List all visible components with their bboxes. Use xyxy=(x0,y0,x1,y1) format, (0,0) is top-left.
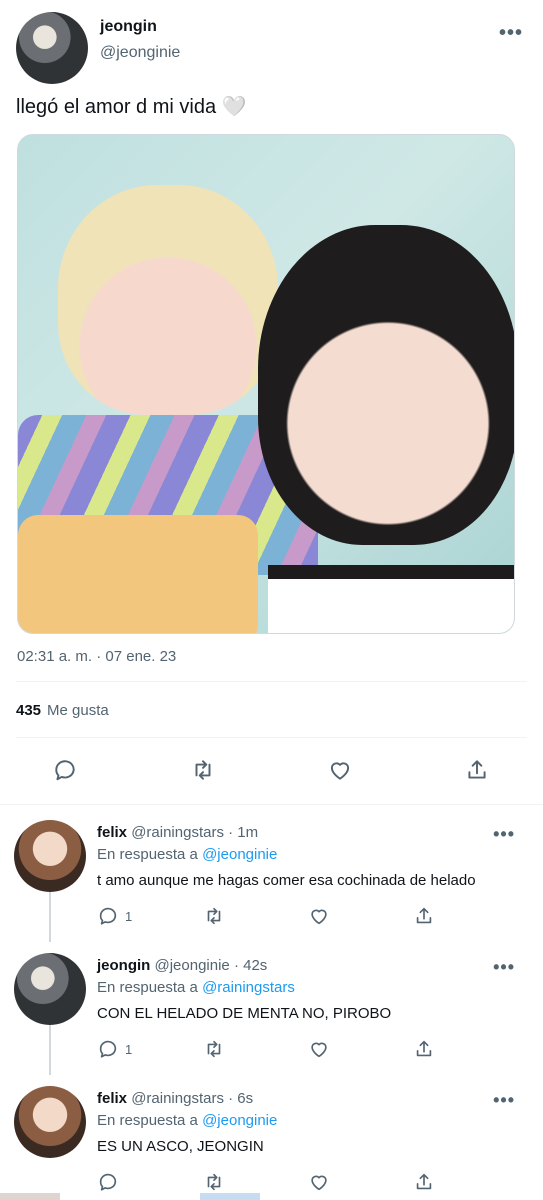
author-handle[interactable]: @rainingstars · 6s xyxy=(131,1090,253,1107)
retweet-icon xyxy=(207,1040,221,1058)
reply-tweet[interactable]: felix @rainingstars · 1m ••• En respuest… xyxy=(0,810,543,940)
author-name[interactable]: felix xyxy=(97,824,127,841)
reply-text: t amo aunque me hagas comer esa cochinad… xyxy=(97,872,476,889)
photo-shirt xyxy=(268,565,514,633)
more-options-icon[interactable]: ••• xyxy=(493,957,515,978)
section-divider xyxy=(0,804,543,805)
author-name[interactable]: jeongin xyxy=(100,18,157,36)
reply-button[interactable]: 1 xyxy=(97,902,132,930)
likes-count[interactable]: 435 Me gusta xyxy=(16,702,109,719)
like-button[interactable] xyxy=(308,1035,330,1063)
reply-tweet[interactable]: felix @rainingstars · 6s ••• En respuest… xyxy=(0,1076,543,1200)
share-icon xyxy=(416,907,432,924)
reply-context: En respuesta a @rainingstars xyxy=(97,979,295,996)
reply-text: CON EL HELADO DE MENTA NO, PIROBO xyxy=(97,1005,392,1022)
reply-button[interactable] xyxy=(49,754,81,786)
heart-icon xyxy=(311,1175,327,1191)
reply-button[interactable] xyxy=(97,1168,125,1196)
reply-tweet[interactable]: jeongin @jeonginie · 42s ••• En respuest… xyxy=(0,943,543,1073)
mention-link[interactable]: @jeonginie xyxy=(202,846,277,863)
reply-prefix: En respuesta a xyxy=(97,1112,203,1129)
avatar[interactable] xyxy=(14,820,86,892)
avatar[interactable] xyxy=(14,953,86,1025)
retweet-icon xyxy=(207,907,221,925)
reply-action-bar xyxy=(0,1168,543,1196)
reply-action-bar: 1 xyxy=(0,902,543,930)
avatar[interactable] xyxy=(14,1086,86,1158)
tweet-text: llegó el amor d mi vida 🤍 xyxy=(16,96,247,118)
share-icon xyxy=(416,1173,432,1190)
author-handle[interactable]: @rainingstars · 1m xyxy=(131,824,258,841)
reply-count: 1 xyxy=(125,1041,133,1057)
reply-action-bar: 1 xyxy=(0,1035,543,1063)
retweet-icon xyxy=(195,760,211,780)
divider xyxy=(16,737,527,738)
reply-icon xyxy=(99,907,117,925)
tweet-photo[interactable] xyxy=(17,134,515,634)
author-name[interactable]: felix xyxy=(97,1090,127,1107)
photo-person-right xyxy=(258,225,514,545)
heart-icon xyxy=(311,909,327,925)
tweet-action-bar xyxy=(0,750,543,790)
share-button[interactable] xyxy=(413,902,435,930)
next-tweet-peek xyxy=(0,1193,543,1200)
likes-number: 435 xyxy=(16,702,42,719)
reply-icon xyxy=(55,760,75,781)
author-name[interactable]: jeongin xyxy=(97,957,150,974)
more-options-icon[interactable]: ••• xyxy=(499,22,523,45)
retweet-button[interactable] xyxy=(203,1168,225,1196)
mention-link[interactable]: @rainingstars xyxy=(202,979,295,996)
mention-link[interactable]: @jeonginie xyxy=(202,1112,277,1129)
author-handle[interactable]: @jeonginie xyxy=(100,44,180,62)
reply-header: felix @rainingstars · 6s xyxy=(97,1090,253,1107)
like-button[interactable] xyxy=(324,754,356,786)
likes-label: Me gusta xyxy=(47,702,109,719)
retweet-button[interactable] xyxy=(203,1035,225,1063)
share-button[interactable] xyxy=(413,1168,435,1196)
reply-count: 1 xyxy=(125,908,133,924)
like-button[interactable] xyxy=(308,902,330,930)
reply-header: jeongin @jeonginie · 42s xyxy=(97,957,267,974)
retweet-icon xyxy=(207,1173,221,1191)
reply-prefix: En respuesta a xyxy=(97,846,203,863)
reply-context: En respuesta a @jeonginie xyxy=(97,846,277,863)
retweet-button[interactable] xyxy=(203,902,225,930)
tweet-timestamp[interactable]: 02:31 a. m. · 07 ene. 23 xyxy=(17,648,176,665)
share-icon xyxy=(416,1040,432,1057)
heart-icon xyxy=(311,1042,327,1058)
share-button[interactable] xyxy=(461,754,493,786)
reply-prefix: En respuesta a xyxy=(97,979,203,996)
heart-icon xyxy=(330,762,350,780)
reply-text: ES UN ASCO, JEONGIN xyxy=(97,1138,264,1155)
photo-pillow xyxy=(18,515,258,633)
more-options-icon[interactable]: ••• xyxy=(493,824,515,845)
reply-icon xyxy=(99,1173,117,1191)
divider xyxy=(16,681,527,682)
share-button[interactable] xyxy=(413,1035,435,1063)
main-tweet: jeongin @jeonginie ••• llegó el amor d m… xyxy=(0,0,543,804)
avatar[interactable] xyxy=(16,12,88,84)
reply-icon xyxy=(99,1040,117,1058)
photo-person-left xyxy=(58,185,278,415)
share-icon xyxy=(468,760,486,779)
more-options-icon[interactable]: ••• xyxy=(493,1090,515,1111)
reply-button[interactable]: 1 xyxy=(97,1035,132,1063)
reply-context: En respuesta a @jeonginie xyxy=(97,1112,277,1129)
retweet-button[interactable] xyxy=(187,754,219,786)
like-button[interactable] xyxy=(308,1168,330,1196)
author-handle[interactable]: @jeonginie · 42s xyxy=(155,957,268,974)
reply-header: felix @rainingstars · 1m xyxy=(97,824,258,841)
